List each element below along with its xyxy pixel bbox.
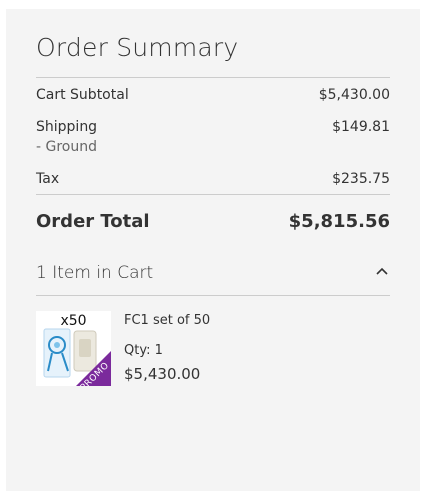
items-in-cart-label: 1 Item in Cart [36, 263, 154, 283]
product-image-qty-text: x50 [60, 313, 87, 329]
product-thumbnail[interactable]: x50 PROMO [36, 311, 111, 386]
divider [36, 77, 390, 78]
tax-label: Tax [36, 171, 60, 187]
order-summary-panel: Order Summary Cart Subtotal $5,430.00 Sh… [6, 9, 420, 491]
shipping-label: Shipping [36, 119, 98, 135]
product-qty: Qty: 1 [124, 343, 163, 358]
shipping-value: $149.81 [332, 119, 390, 135]
divider [36, 194, 390, 195]
chevron-up-icon [376, 267, 388, 275]
product-name[interactable]: FC1 set of 50 [124, 313, 210, 328]
qty-value: 1 [154, 343, 163, 358]
qty-label: Qty: [124, 343, 151, 358]
order-summary-title: Order Summary [36, 33, 239, 62]
cart-subtotal-value: $5,430.00 [318, 87, 390, 103]
divider [36, 295, 390, 296]
cart-subtotal-label: Cart Subtotal [36, 87, 129, 103]
shipping-method: - Ground [36, 139, 97, 155]
tax-value: $235.75 [332, 171, 390, 187]
order-total-value: $5,815.56 [288, 211, 390, 232]
product-price: $5,430.00 [124, 365, 201, 383]
order-total-label: Order Total [36, 211, 150, 232]
items-in-cart-toggle[interactable]: 1 Item in Cart [36, 255, 390, 295]
